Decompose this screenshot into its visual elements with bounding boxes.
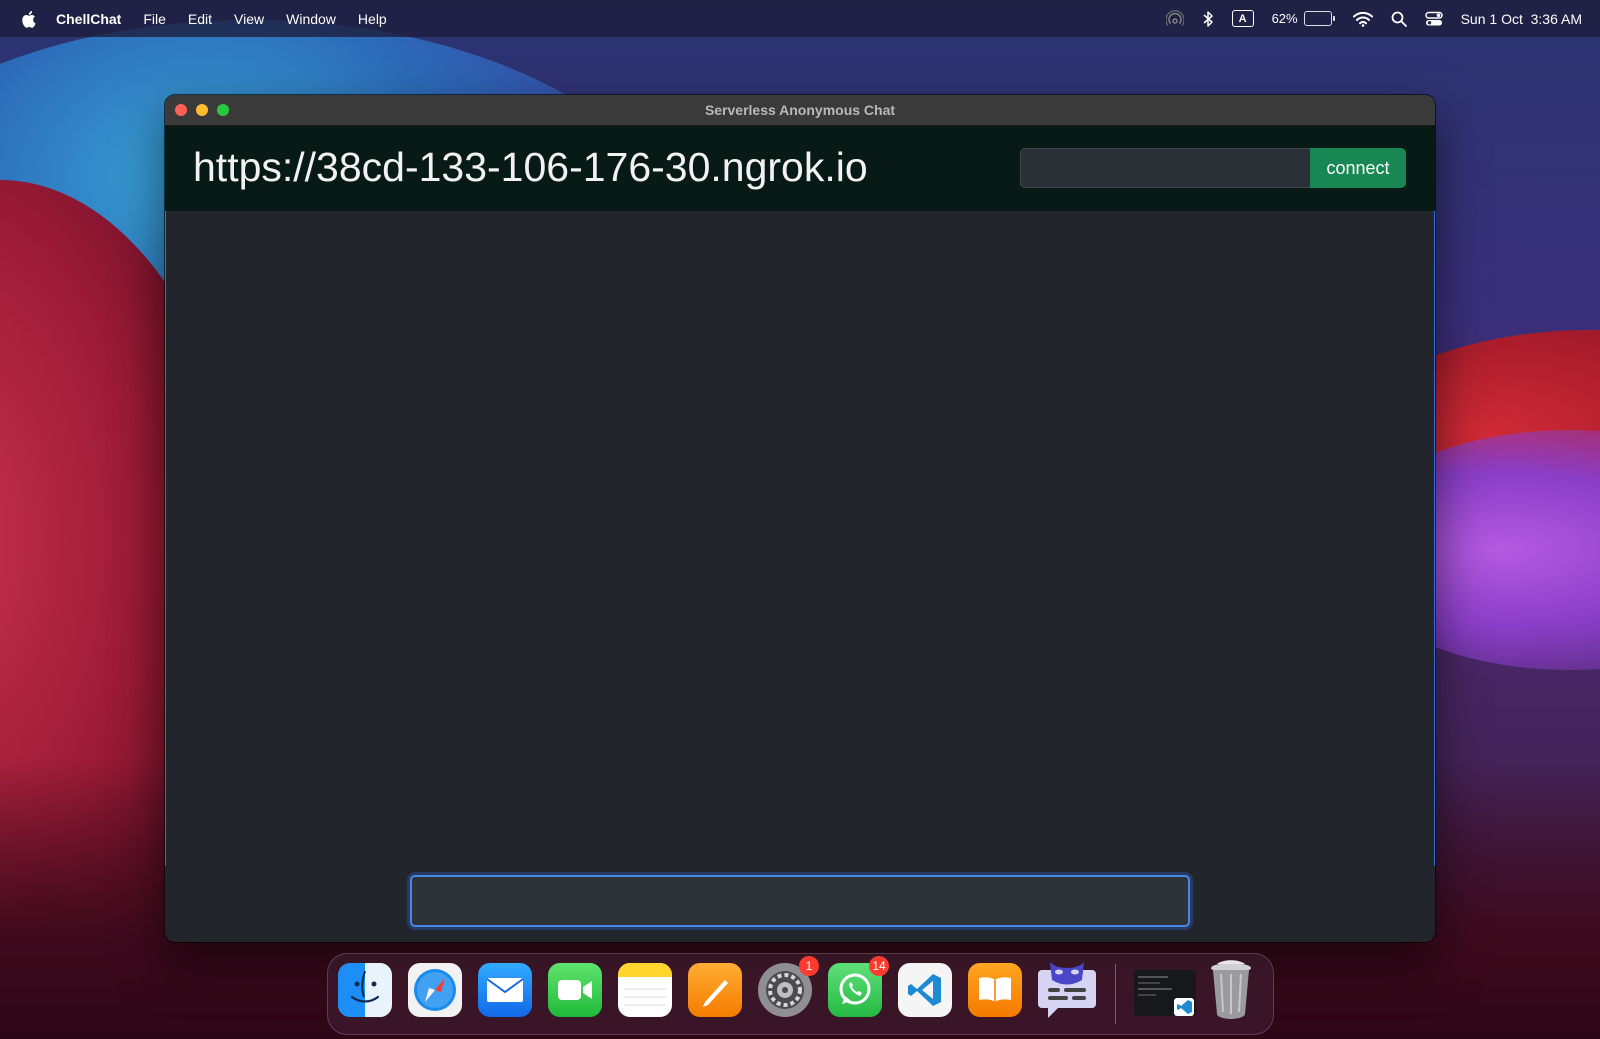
- chat-header: https://38cd-133-106-176-30.ngrok.io con…: [165, 126, 1435, 212]
- menu-bar: ChellChat File Edit View Window Help A 6…: [0, 0, 1600, 37]
- keyboard-input-icon[interactable]: A: [1231, 10, 1254, 27]
- search-icon[interactable]: [1391, 11, 1407, 27]
- battery-percent: 62%: [1271, 11, 1298, 26]
- window-titlebar[interactable]: Serverless Anonymous Chat: [165, 95, 1435, 126]
- chat-app-window: Serverless Anonymous Chat https://38cd-1…: [165, 95, 1435, 942]
- window-thumbnail-icon[interactable]: [1134, 970, 1196, 1016]
- airdrop-icon[interactable]: [1165, 9, 1184, 28]
- battery-status[interactable]: 62%: [1272, 11, 1335, 26]
- menu-clock[interactable]: Sun 1 Oct 3:36 AM: [1461, 11, 1582, 27]
- connect-group: connect: [1020, 148, 1406, 188]
- zoom-window-button[interactable]: [217, 104, 229, 116]
- bluetooth-icon[interactable]: [1202, 10, 1214, 28]
- dock: 1 14: [327, 953, 1274, 1035]
- mail-icon[interactable]: [478, 963, 532, 1017]
- battery-nub: [1332, 16, 1335, 21]
- message-input[interactable]: [410, 875, 1190, 927]
- menu-view[interactable]: View: [234, 11, 264, 27]
- menu-help[interactable]: Help: [358, 11, 387, 27]
- menu-app-name[interactable]: ChellChat: [56, 11, 121, 27]
- chat-mask-icon[interactable]: [1034, 956, 1100, 1022]
- trash-icon[interactable]: [1204, 960, 1258, 1019]
- chat-messages-area: [165, 211, 1435, 866]
- minimize-window-button[interactable]: [196, 104, 208, 116]
- vscode-icon[interactable]: [898, 963, 952, 1017]
- menu-file[interactable]: File: [143, 11, 166, 27]
- notes-icon[interactable]: [618, 963, 672, 1017]
- system-preferences-badge: 1: [799, 956, 819, 976]
- server-url: https://38cd-133-106-176-30.ngrok.io: [193, 144, 868, 190]
- server-address-input[interactable]: [1020, 148, 1310, 188]
- menu-edit[interactable]: Edit: [188, 11, 212, 27]
- window-title: Serverless Anonymous Chat: [704, 102, 896, 118]
- menu-bar-status-area: A 62% Sun 1 Oct 3:36 AM: [1165, 0, 1582, 37]
- whatsapp-badge: 14: [869, 956, 889, 976]
- books-icon[interactable]: [968, 963, 1022, 1017]
- facetime-icon[interactable]: [548, 963, 602, 1017]
- connect-button[interactable]: connect: [1310, 148, 1406, 188]
- whatsapp-icon[interactable]: 14: [828, 956, 889, 1017]
- finder-icon[interactable]: [338, 963, 392, 1017]
- close-window-button[interactable]: [175, 104, 187, 116]
- apple-icon[interactable]: [20, 10, 36, 28]
- wifi-icon[interactable]: [1352, 11, 1373, 27]
- menu-window[interactable]: Window: [286, 11, 336, 27]
- safari-icon[interactable]: [408, 963, 462, 1017]
- gear-icon[interactable]: 1: [758, 956, 819, 1017]
- control-center-icon[interactable]: [1424, 11, 1443, 27]
- battery-icon: [1303, 11, 1332, 26]
- pages-icon[interactable]: [688, 963, 742, 1017]
- window-controls: [175, 104, 229, 116]
- dock-separator: [1115, 964, 1116, 1024]
